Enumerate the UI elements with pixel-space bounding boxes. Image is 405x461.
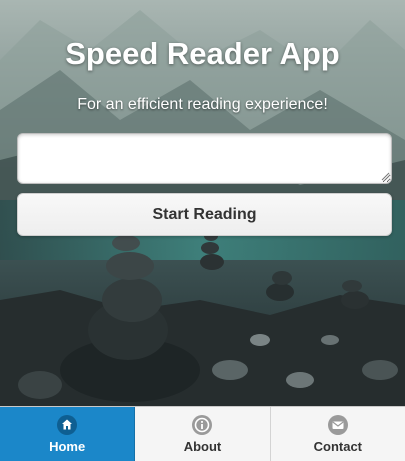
nav-about[interactable]: About (135, 407, 271, 461)
nav-contact[interactable]: Contact (270, 407, 405, 461)
nav-home-label: Home (49, 439, 86, 454)
app-subtitle: For an efficient reading experience! (77, 96, 328, 113)
nav-home[interactable]: Home (0, 407, 136, 461)
main-content: Speed Reader App For an efficient readin… (0, 0, 405, 406)
app-screen: Speed Reader App For an efficient readin… (0, 0, 405, 461)
reading-text-input[interactable] (17, 133, 392, 184)
resize-grip-icon[interactable] (381, 172, 390, 181)
bottom-navbar: Home About Contact (0, 406, 405, 461)
mail-icon (327, 415, 348, 435)
nav-about-label: About (183, 439, 222, 454)
app-title: Speed Reader App (65, 36, 340, 71)
nav-contact-label: Contact (313, 439, 363, 454)
info-icon (192, 415, 213, 435)
home-icon (57, 415, 78, 435)
start-reading-button[interactable]: Start Reading (17, 193, 392, 236)
